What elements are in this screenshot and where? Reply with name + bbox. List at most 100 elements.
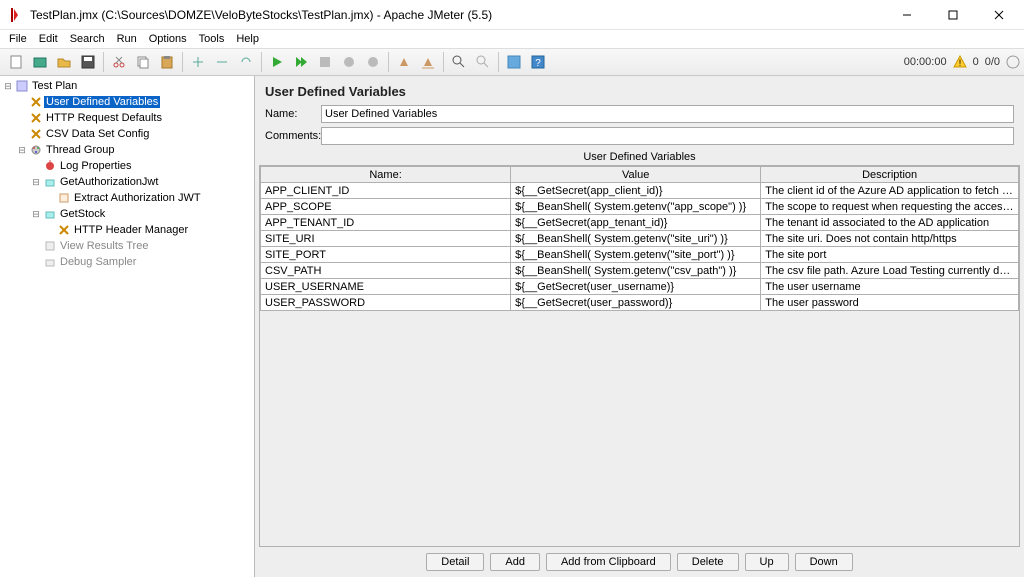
menu-edit[interactable]: Edit — [34, 33, 63, 45]
menu-run[interactable]: Run — [112, 33, 142, 45]
clear-button[interactable] — [393, 51, 415, 73]
name-input[interactable] — [321, 105, 1014, 123]
remote-start-button[interactable] — [362, 51, 384, 73]
table-cell[interactable]: The csv file path. Azure Load Testing cu… — [761, 263, 1019, 279]
menu-help[interactable]: Help — [231, 33, 264, 45]
cut-button[interactable] — [108, 51, 130, 73]
table-row[interactable]: USER_USERNAME${__GetSecret(user_username… — [261, 279, 1019, 295]
tree-csv-data-set-config[interactable]: CSV Data Set Config — [0, 126, 254, 142]
table-cell[interactable]: APP_TENANT_ID — [261, 215, 511, 231]
collapse-icon[interactable]: ⊟ — [30, 177, 42, 188]
table-row[interactable]: APP_TENANT_ID${__GetSecret(app_tenant_id… — [261, 215, 1019, 231]
col-description[interactable]: Description — [761, 167, 1019, 183]
table-cell[interactable]: ${__GetSecret(user_password)} — [511, 295, 761, 311]
collapse-icon[interactable]: ⊟ — [16, 145, 28, 156]
up-button[interactable]: Up — [745, 553, 789, 571]
table-cell[interactable]: The site uri. Does not contain http/http… — [761, 231, 1019, 247]
minimize-button[interactable] — [884, 0, 930, 30]
menubar: File Edit Search Run Options Tools Help — [0, 30, 1024, 48]
testplan-icon — [14, 79, 30, 93]
table-cell[interactable]: CSV_PATH — [261, 263, 511, 279]
paste-button[interactable] — [156, 51, 178, 73]
tree-thread-group[interactable]: ⊟ Thread Group — [0, 142, 254, 158]
search-button[interactable] — [448, 51, 470, 73]
add-button[interactable]: Add — [490, 553, 540, 571]
tree-log-properties[interactable]: Log Properties — [0, 158, 254, 174]
tree-user-defined-variables[interactable]: User Defined Variables — [0, 94, 254, 110]
table-cell[interactable]: ${__BeanShell( System.getenv("csv_path")… — [511, 263, 761, 279]
status-area: 00:00:00 ! 0 0/0 — [904, 55, 1020, 69]
toggle-button[interactable] — [235, 51, 257, 73]
detail-button[interactable]: Detail — [426, 553, 484, 571]
menu-search[interactable]: Search — [65, 33, 110, 45]
collapse-button[interactable] — [211, 51, 233, 73]
table-cell[interactable]: The scope to request when requesting the… — [761, 199, 1019, 215]
table-row[interactable]: SITE_PORT${__BeanShell( System.getenv("s… — [261, 247, 1019, 263]
comments-label: Comments: — [265, 130, 321, 142]
table-cell[interactable]: USER_PASSWORD — [261, 295, 511, 311]
run-indicator-icon — [1006, 55, 1020, 69]
clear-all-button[interactable] — [417, 51, 439, 73]
comments-input[interactable] — [321, 127, 1014, 145]
table-cell[interactable]: The tenant id associated to the AD appli… — [761, 215, 1019, 231]
table-cell[interactable]: ${__GetSecret(app_tenant_id)} — [511, 215, 761, 231]
tree-view-results-tree[interactable]: View Results Tree — [0, 238, 254, 254]
shutdown-button[interactable] — [338, 51, 360, 73]
copy-button[interactable] — [132, 51, 154, 73]
menu-options[interactable]: Options — [144, 33, 192, 45]
table-cell[interactable]: ${__GetSecret(user_username)} — [511, 279, 761, 295]
test-plan-tree[interactable]: ⊟ Test Plan User Defined Variables HTTP … — [0, 76, 255, 577]
save-button[interactable] — [77, 51, 99, 73]
table-cell[interactable]: APP_CLIENT_ID — [261, 183, 511, 199]
table-cell[interactable]: ${__BeanShell( System.getenv("app_scope"… — [511, 199, 761, 215]
menu-file[interactable]: File — [4, 33, 32, 45]
close-button[interactable] — [976, 0, 1022, 30]
templates-button[interactable] — [29, 51, 51, 73]
col-value[interactable]: Value — [511, 167, 761, 183]
tree-get-stock[interactable]: ⊟ GetStock — [0, 206, 254, 222]
table-cell[interactable]: The client id of the Azure AD applicatio… — [761, 183, 1019, 199]
menu-tools[interactable]: Tools — [194, 33, 230, 45]
table-cell[interactable]: ${__GetSecret(app_client_id)} — [511, 183, 761, 199]
table-cell[interactable]: SITE_URI — [261, 231, 511, 247]
add-from-clipboard-button[interactable]: Add from Clipboard — [546, 553, 671, 571]
expand-button[interactable] — [187, 51, 209, 73]
tree-extract-authorization-jwt[interactable]: Extract Authorization JWT — [0, 190, 254, 206]
table-cell[interactable]: APP_SCOPE — [261, 199, 511, 215]
collapse-icon[interactable]: ⊟ — [30, 209, 42, 220]
tree-http-header-manager[interactable]: HTTP Header Manager — [0, 222, 254, 238]
variables-table[interactable]: Name: Value Description APP_CLIENT_ID${_… — [259, 165, 1020, 547]
reset-search-button[interactable] — [472, 51, 494, 73]
function-helper-button[interactable] — [503, 51, 525, 73]
stop-button[interactable] — [314, 51, 336, 73]
new-button[interactable] — [5, 51, 27, 73]
tree-get-authorization-jwt[interactable]: ⊟ GetAuthorizationJwt — [0, 174, 254, 190]
table-cell[interactable]: The site port — [761, 247, 1019, 263]
editor-panel: User Defined Variables Name: Comments: U… — [255, 76, 1024, 577]
start-button[interactable] — [266, 51, 288, 73]
table-cell[interactable]: ${__BeanShell( System.getenv("site_port"… — [511, 247, 761, 263]
open-button[interactable] — [53, 51, 75, 73]
maximize-button[interactable] — [930, 0, 976, 30]
help-button[interactable]: ? — [527, 51, 549, 73]
table-cell[interactable]: USER_USERNAME — [261, 279, 511, 295]
config-icon — [56, 223, 72, 237]
table-row[interactable]: APP_CLIENT_ID${__GetSecret(app_client_id… — [261, 183, 1019, 199]
table-row[interactable]: USER_PASSWORD${__GetSecret(user_password… — [261, 295, 1019, 311]
tree-http-request-defaults[interactable]: HTTP Request Defaults — [0, 110, 254, 126]
collapse-icon[interactable]: ⊟ — [2, 81, 14, 92]
table-cell[interactable]: SITE_PORT — [261, 247, 511, 263]
col-name[interactable]: Name: — [261, 167, 511, 183]
down-button[interactable]: Down — [795, 553, 853, 571]
threadgroup-icon — [28, 143, 44, 157]
table-row[interactable]: APP_SCOPE${__BeanShell( System.getenv("a… — [261, 199, 1019, 215]
table-row[interactable]: SITE_URI${__BeanShell( System.getenv("si… — [261, 231, 1019, 247]
table-cell[interactable]: The user username — [761, 279, 1019, 295]
table-cell[interactable]: ${__BeanShell( System.getenv("site_uri")… — [511, 231, 761, 247]
tree-debug-sampler[interactable]: Debug Sampler — [0, 254, 254, 270]
delete-button[interactable]: Delete — [677, 553, 739, 571]
table-row[interactable]: CSV_PATH${__BeanShell( System.getenv("cs… — [261, 263, 1019, 279]
table-cell[interactable]: The user password — [761, 295, 1019, 311]
tree-root[interactable]: ⊟ Test Plan — [0, 78, 254, 94]
start-no-timers-button[interactable] — [290, 51, 312, 73]
